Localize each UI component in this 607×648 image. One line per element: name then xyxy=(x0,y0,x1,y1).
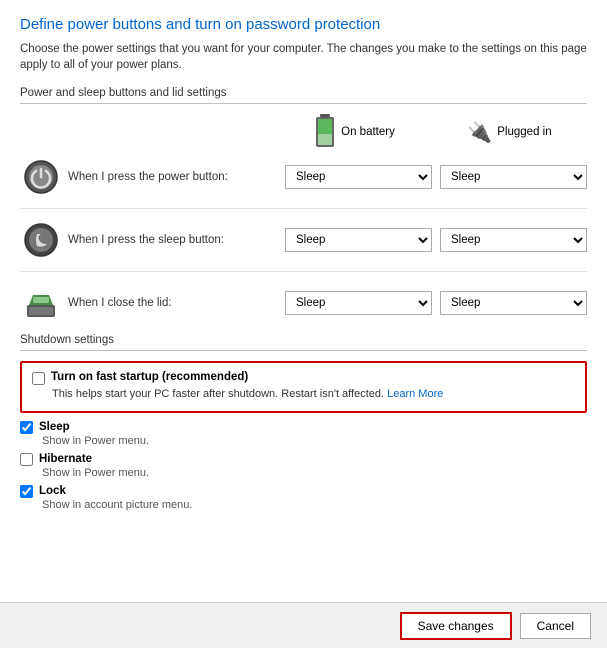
lid-battery-select[interactable]: Sleep Do nothing Hibernate Shut down Tur… xyxy=(285,291,432,315)
section2-label: Shutdown settings xyxy=(20,334,587,346)
page-title: Define power buttons and turn on passwor… xyxy=(20,16,587,33)
lid-icon xyxy=(20,282,62,324)
lock-checkbox[interactable] xyxy=(20,485,33,498)
power-button-row: When I press the power button: Sleep Do … xyxy=(20,156,587,209)
pluggedin-label: Plugged in xyxy=(497,126,551,138)
bottom-bar: Save changes Cancel xyxy=(0,602,607,648)
hibernate-option-block: Hibernate Show in Power menu. xyxy=(20,453,587,479)
section1-divider xyxy=(20,103,587,104)
settings-header: On battery 🔌 Plugged in xyxy=(20,114,587,150)
lid-row: When I close the lid: Sleep Do nothing H… xyxy=(20,282,587,324)
sleep-button-selects: Sleep Do nothing Hibernate Shut down Tur… xyxy=(285,228,587,252)
power-button-plugged-select[interactable]: Sleep Do nothing Hibernate Shut down Tur… xyxy=(440,165,587,189)
power-button-label: When I press the power button: xyxy=(62,171,285,183)
fast-startup-box: Turn on fast startup (recommended) This … xyxy=(20,361,587,412)
lid-plugged-select[interactable]: Sleep Do nothing Hibernate Shut down Tur… xyxy=(440,291,587,315)
sleep-button-label: When I press the sleep button: xyxy=(62,234,285,246)
lock-option-sub: Show in account picture menu. xyxy=(42,499,587,511)
section2-divider xyxy=(20,350,587,351)
fast-startup-description: This helps start your PC faster after sh… xyxy=(52,387,575,402)
sleep-checkbox[interactable] xyxy=(20,421,33,434)
fast-startup-checkbox[interactable] xyxy=(32,372,45,385)
lock-option-block: Lock Show in account picture menu. xyxy=(20,485,587,511)
cancel-button[interactable]: Cancel xyxy=(520,613,591,639)
power-button-selects: Sleep Do nothing Hibernate Shut down Tur… xyxy=(285,165,587,189)
section1-label: Power and sleep buttons and lid settings xyxy=(20,87,587,99)
lock-option-label[interactable]: Lock xyxy=(39,485,66,497)
battery-icon xyxy=(314,114,336,150)
sleep-button-battery-select[interactable]: Sleep Do nothing Hibernate Shut down Tur… xyxy=(285,228,432,252)
plug-icon: 🔌 xyxy=(467,120,492,145)
fast-startup-label[interactable]: Turn on fast startup (recommended) xyxy=(51,371,248,383)
fast-startup-row: Turn on fast startup (recommended) xyxy=(32,371,575,385)
lid-label: When I close the lid: xyxy=(62,297,285,309)
battery-label: On battery xyxy=(341,126,395,138)
sleep-option-block: Sleep Show in Power menu. xyxy=(20,421,587,447)
learn-more-link[interactable]: Learn More xyxy=(387,388,443,400)
lid-selects: Sleep Do nothing Hibernate Shut down Tur… xyxy=(285,291,587,315)
settings-page: Define power buttons and turn on passwor… xyxy=(0,0,607,648)
sleep-option-label[interactable]: Sleep xyxy=(39,421,70,433)
save-button[interactable]: Save changes xyxy=(400,612,512,640)
shutdown-section: Shutdown settings Turn on fast startup (… xyxy=(20,334,587,510)
hibernate-checkbox[interactable] xyxy=(20,453,33,466)
sleep-button-row: When I press the sleep button: Sleep Do … xyxy=(20,219,587,272)
sleep-button-icon xyxy=(20,219,62,261)
hibernate-option-sub: Show in Power menu. xyxy=(42,467,587,479)
power-button-icon xyxy=(20,156,62,198)
sleep-button-plugged-select[interactable]: Sleep Do nothing Hibernate Shut down Tur… xyxy=(440,228,587,252)
page-description: Choose the power settings that you want … xyxy=(20,41,587,73)
hibernate-option-label[interactable]: Hibernate xyxy=(39,453,92,465)
pluggedin-column-header: 🔌 Plugged in xyxy=(432,114,587,150)
sleep-option-sub: Show in Power menu. xyxy=(42,435,587,447)
battery-column-header: On battery xyxy=(277,114,432,150)
power-button-battery-select[interactable]: Sleep Do nothing Hibernate Shut down Tur… xyxy=(285,165,432,189)
